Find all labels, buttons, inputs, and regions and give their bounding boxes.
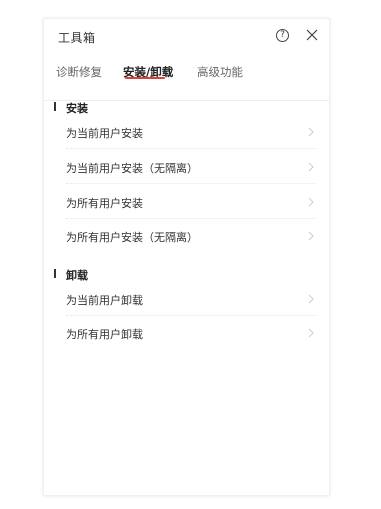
tab-bar: 诊断修复 安装/卸载 高级功能 (44, 55, 329, 101)
chevron-right-icon (308, 231, 314, 241)
install-current-user-no-isolation-item[interactable]: 为当前用户安装（无隔离） (66, 150, 316, 184)
install-current-user-item[interactable]: 为当前用户安装 (66, 115, 316, 149)
tab-diagnose-repair[interactable]: 诊断修复 (56, 64, 102, 80)
item-label: 为当前用户安装（无隔离） (66, 162, 198, 175)
chevron-right-icon (308, 162, 314, 172)
item-label: 为当前用户安装 (66, 127, 143, 140)
close-button[interactable] (304, 27, 320, 43)
help-button[interactable]: ? (276, 29, 289, 42)
chevron-right-icon (308, 294, 314, 304)
chevron-right-icon (308, 127, 314, 137)
chevron-right-icon (308, 197, 314, 207)
install-all-users-item[interactable]: 为所有用户安装 (66, 185, 316, 219)
window-title: 工具箱 (58, 31, 96, 45)
chevron-right-icon (308, 328, 314, 338)
help-icon: ? (280, 30, 285, 40)
title-bar: 工具箱 ? (44, 19, 329, 55)
uninstall-current-user-item[interactable]: 为当前用户卸载 (66, 282, 316, 316)
section-marker (54, 269, 56, 278)
uninstall-all-users-item[interactable]: 为所有用户卸载 (66, 316, 316, 350)
item-label: 为所有用户卸载 (66, 328, 143, 341)
item-label: 为所有用户安装（无隔离） (66, 231, 198, 244)
item-label: 为当前用户卸载 (66, 294, 143, 307)
section-marker (54, 102, 56, 111)
toolbox-panel: 工具箱 ? 诊断修复 安装/卸载 高级功能 安装 为当前用户安装 为当前用户安装… (43, 18, 330, 496)
section-uninstall-label: 卸载 (66, 269, 88, 282)
item-label: 为所有用户安装 (66, 197, 143, 210)
close-icon (306, 29, 318, 41)
install-all-users-no-isolation-item[interactable]: 为所有用户安装（无隔离） (66, 219, 316, 253)
tab-advanced[interactable]: 高级功能 (197, 64, 243, 80)
section-install-label: 安装 (66, 102, 88, 115)
active-tab-indicator (125, 77, 165, 79)
